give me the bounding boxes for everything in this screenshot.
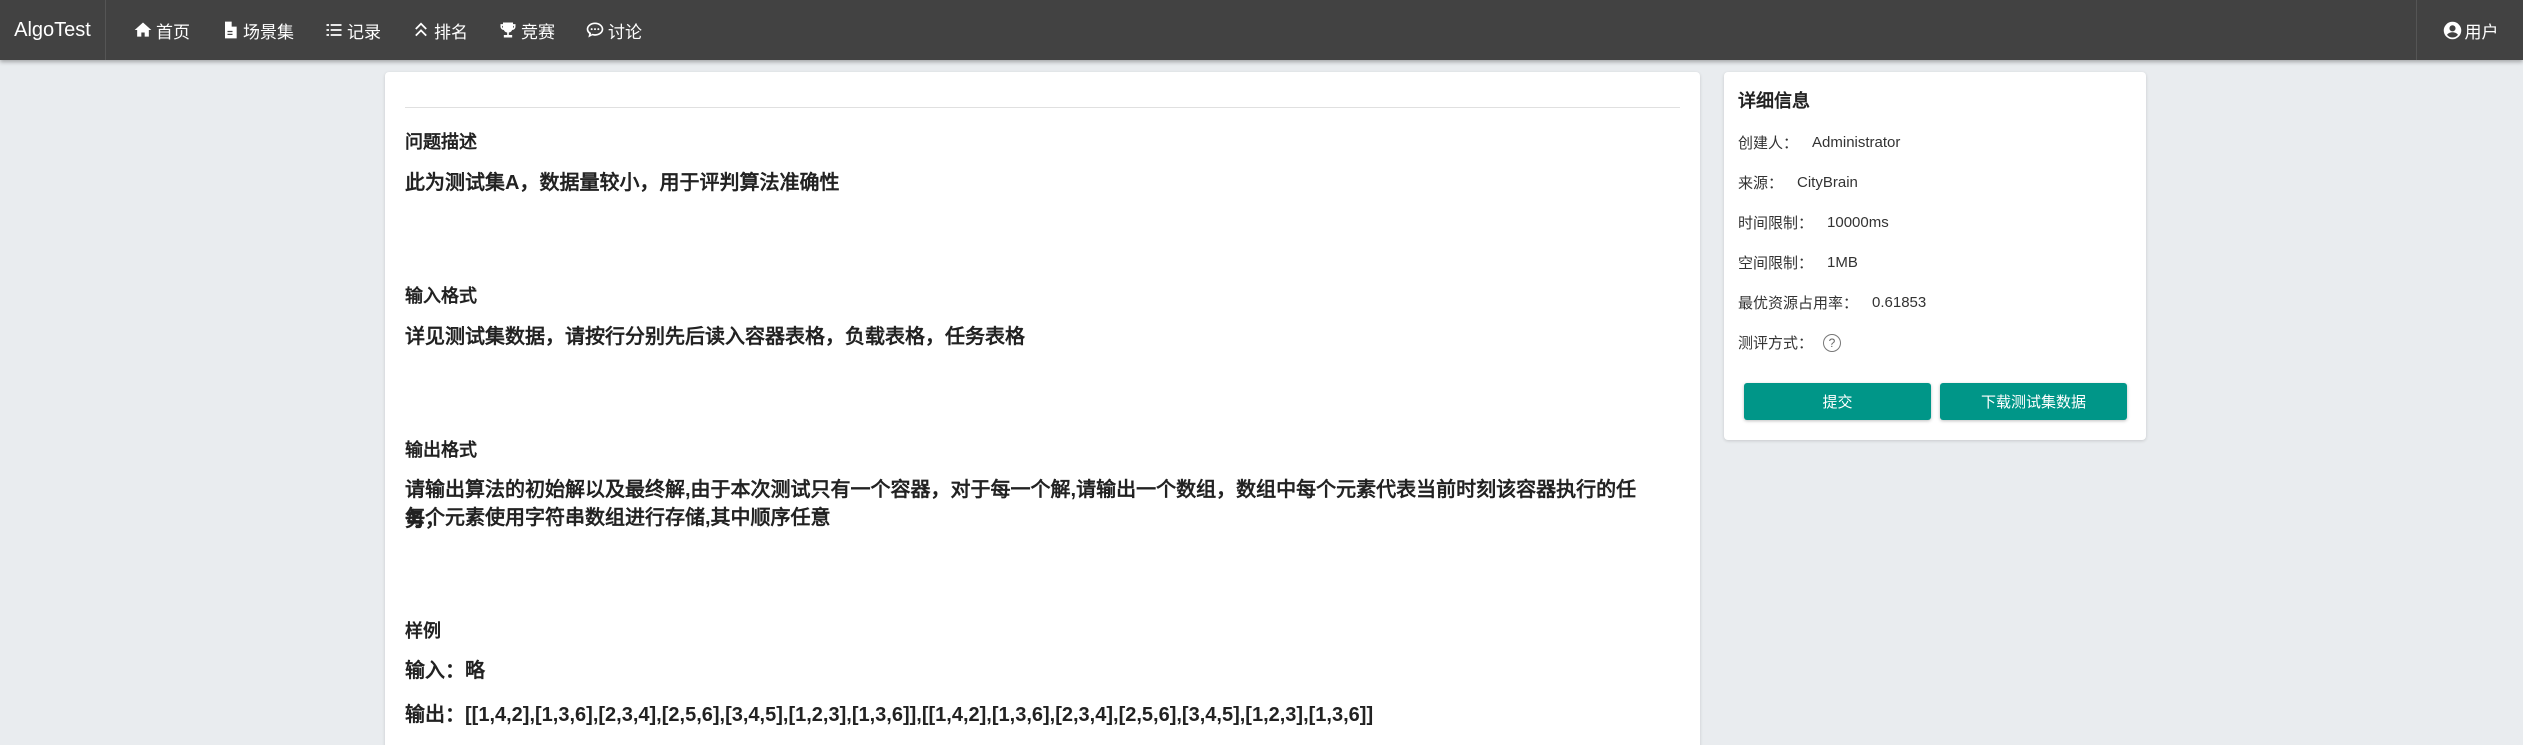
- time-limit-row: 时间限制： 10000ms: [1738, 212, 1889, 233]
- help-icon[interactable]: ?: [1823, 333, 1842, 352]
- source-label: 来源：: [1738, 175, 1784, 192]
- description-title: 问题描述: [405, 132, 477, 152]
- rank-icon: [415, 22, 427, 37]
- space-limit-label: 空间限制：: [1738, 255, 1814, 272]
- output-format-text-line2: 每个元素使用字符串数组进行存储,其中顺序任意: [405, 507, 831, 529]
- user-menu[interactable]: 用户: [2416, 0, 2523, 60]
- sample-output: 输出：[[1,4,2],[1,3,6],[2,3,4],[2,5,6],[3,4…: [405, 704, 1374, 726]
- nav-menu: 首页 场景集 记录 排名 竞赛 讨论: [122, 0, 661, 60]
- problem-card: 问题描述 此为测试集A，数据量较小，用于评判算法准确性 输入格式 详见测试集数据…: [385, 72, 1700, 745]
- trophy-icon: [500, 22, 516, 38]
- input-format-title: 输入格式: [405, 286, 477, 306]
- nav-item-home[interactable]: 首页: [122, 0, 201, 60]
- source-value: CityBrain: [1797, 174, 1858, 191]
- nav-item-records[interactable]: 记录: [313, 0, 392, 60]
- source-row: 来源： CityBrain: [1738, 172, 1858, 193]
- output-format-title: 输出格式: [405, 440, 477, 460]
- submit-button[interactable]: 提交: [1744, 383, 1931, 420]
- nav-item-contest[interactable]: 竞赛: [487, 0, 566, 60]
- best-usage-value: 0.61853: [1872, 294, 1927, 311]
- details-card: 详细信息 创建人： Administrator 来源： CityBrain 时间…: [1724, 72, 2146, 440]
- description-text: 此为测试集A，数据量较小，用于评判算法准确性: [405, 172, 840, 194]
- time-limit-label: 时间限制：: [1738, 215, 1814, 232]
- download-dataset-button[interactable]: 下载测试集数据: [1940, 383, 2127, 420]
- eval-method-row: 测评方式： ?: [1738, 332, 1842, 353]
- home-icon: [134, 22, 152, 37]
- creator-label: 创建人：: [1738, 135, 1799, 152]
- input-format-text: 详见测试集数据，请按行分别先后读入容器表格，负载表格，任务表格: [405, 326, 1025, 348]
- space-limit-value: 1MB: [1827, 254, 1858, 271]
- nav-item-discussion[interactable]: 讨论: [574, 0, 653, 60]
- sample-input: 输入：略: [405, 660, 485, 682]
- nav-item-scenes[interactable]: 场景集: [209, 0, 305, 60]
- document-icon: [225, 21, 237, 39]
- creator-row: 创建人： Administrator: [1738, 132, 1900, 153]
- nav-label-scenes: 场景集: [243, 22, 294, 42]
- creator-value: Administrator: [1812, 134, 1901, 151]
- chat-icon: [586, 22, 604, 38]
- best-usage-label: 最优资源占用率：: [1738, 295, 1859, 312]
- best-usage-row: 最优资源占用率： 0.61853: [1738, 292, 1926, 313]
- divider: [405, 107, 1680, 108]
- brand-logo[interactable]: AlgoTest: [0, 0, 106, 60]
- nav-label-discussion: 讨论: [608, 22, 642, 42]
- sample-title: 样例: [405, 621, 441, 641]
- eval-method-label: 测评方式：: [1738, 335, 1814, 352]
- nav-label-contest: 竞赛: [521, 22, 555, 42]
- nav-label-records: 记录: [347, 22, 381, 42]
- nav-item-ranking[interactable]: 排名: [400, 0, 479, 60]
- nav-label-ranking: 排名: [434, 22, 468, 42]
- list-icon: [326, 24, 342, 36]
- space-limit-row: 空间限制： 1MB: [1738, 252, 1858, 273]
- user-circle-icon: [2443, 21, 2461, 39]
- time-limit-value: 10000ms: [1827, 214, 1889, 231]
- details-title: 详细信息: [1738, 91, 1810, 111]
- top-navbar: AlgoTest 首页 场景集 记录 排名 竞赛 讨论 用户: [0, 0, 2523, 60]
- nav-label-home: 首页: [156, 22, 190, 42]
- user-label: 用户: [2464, 22, 2499, 42]
